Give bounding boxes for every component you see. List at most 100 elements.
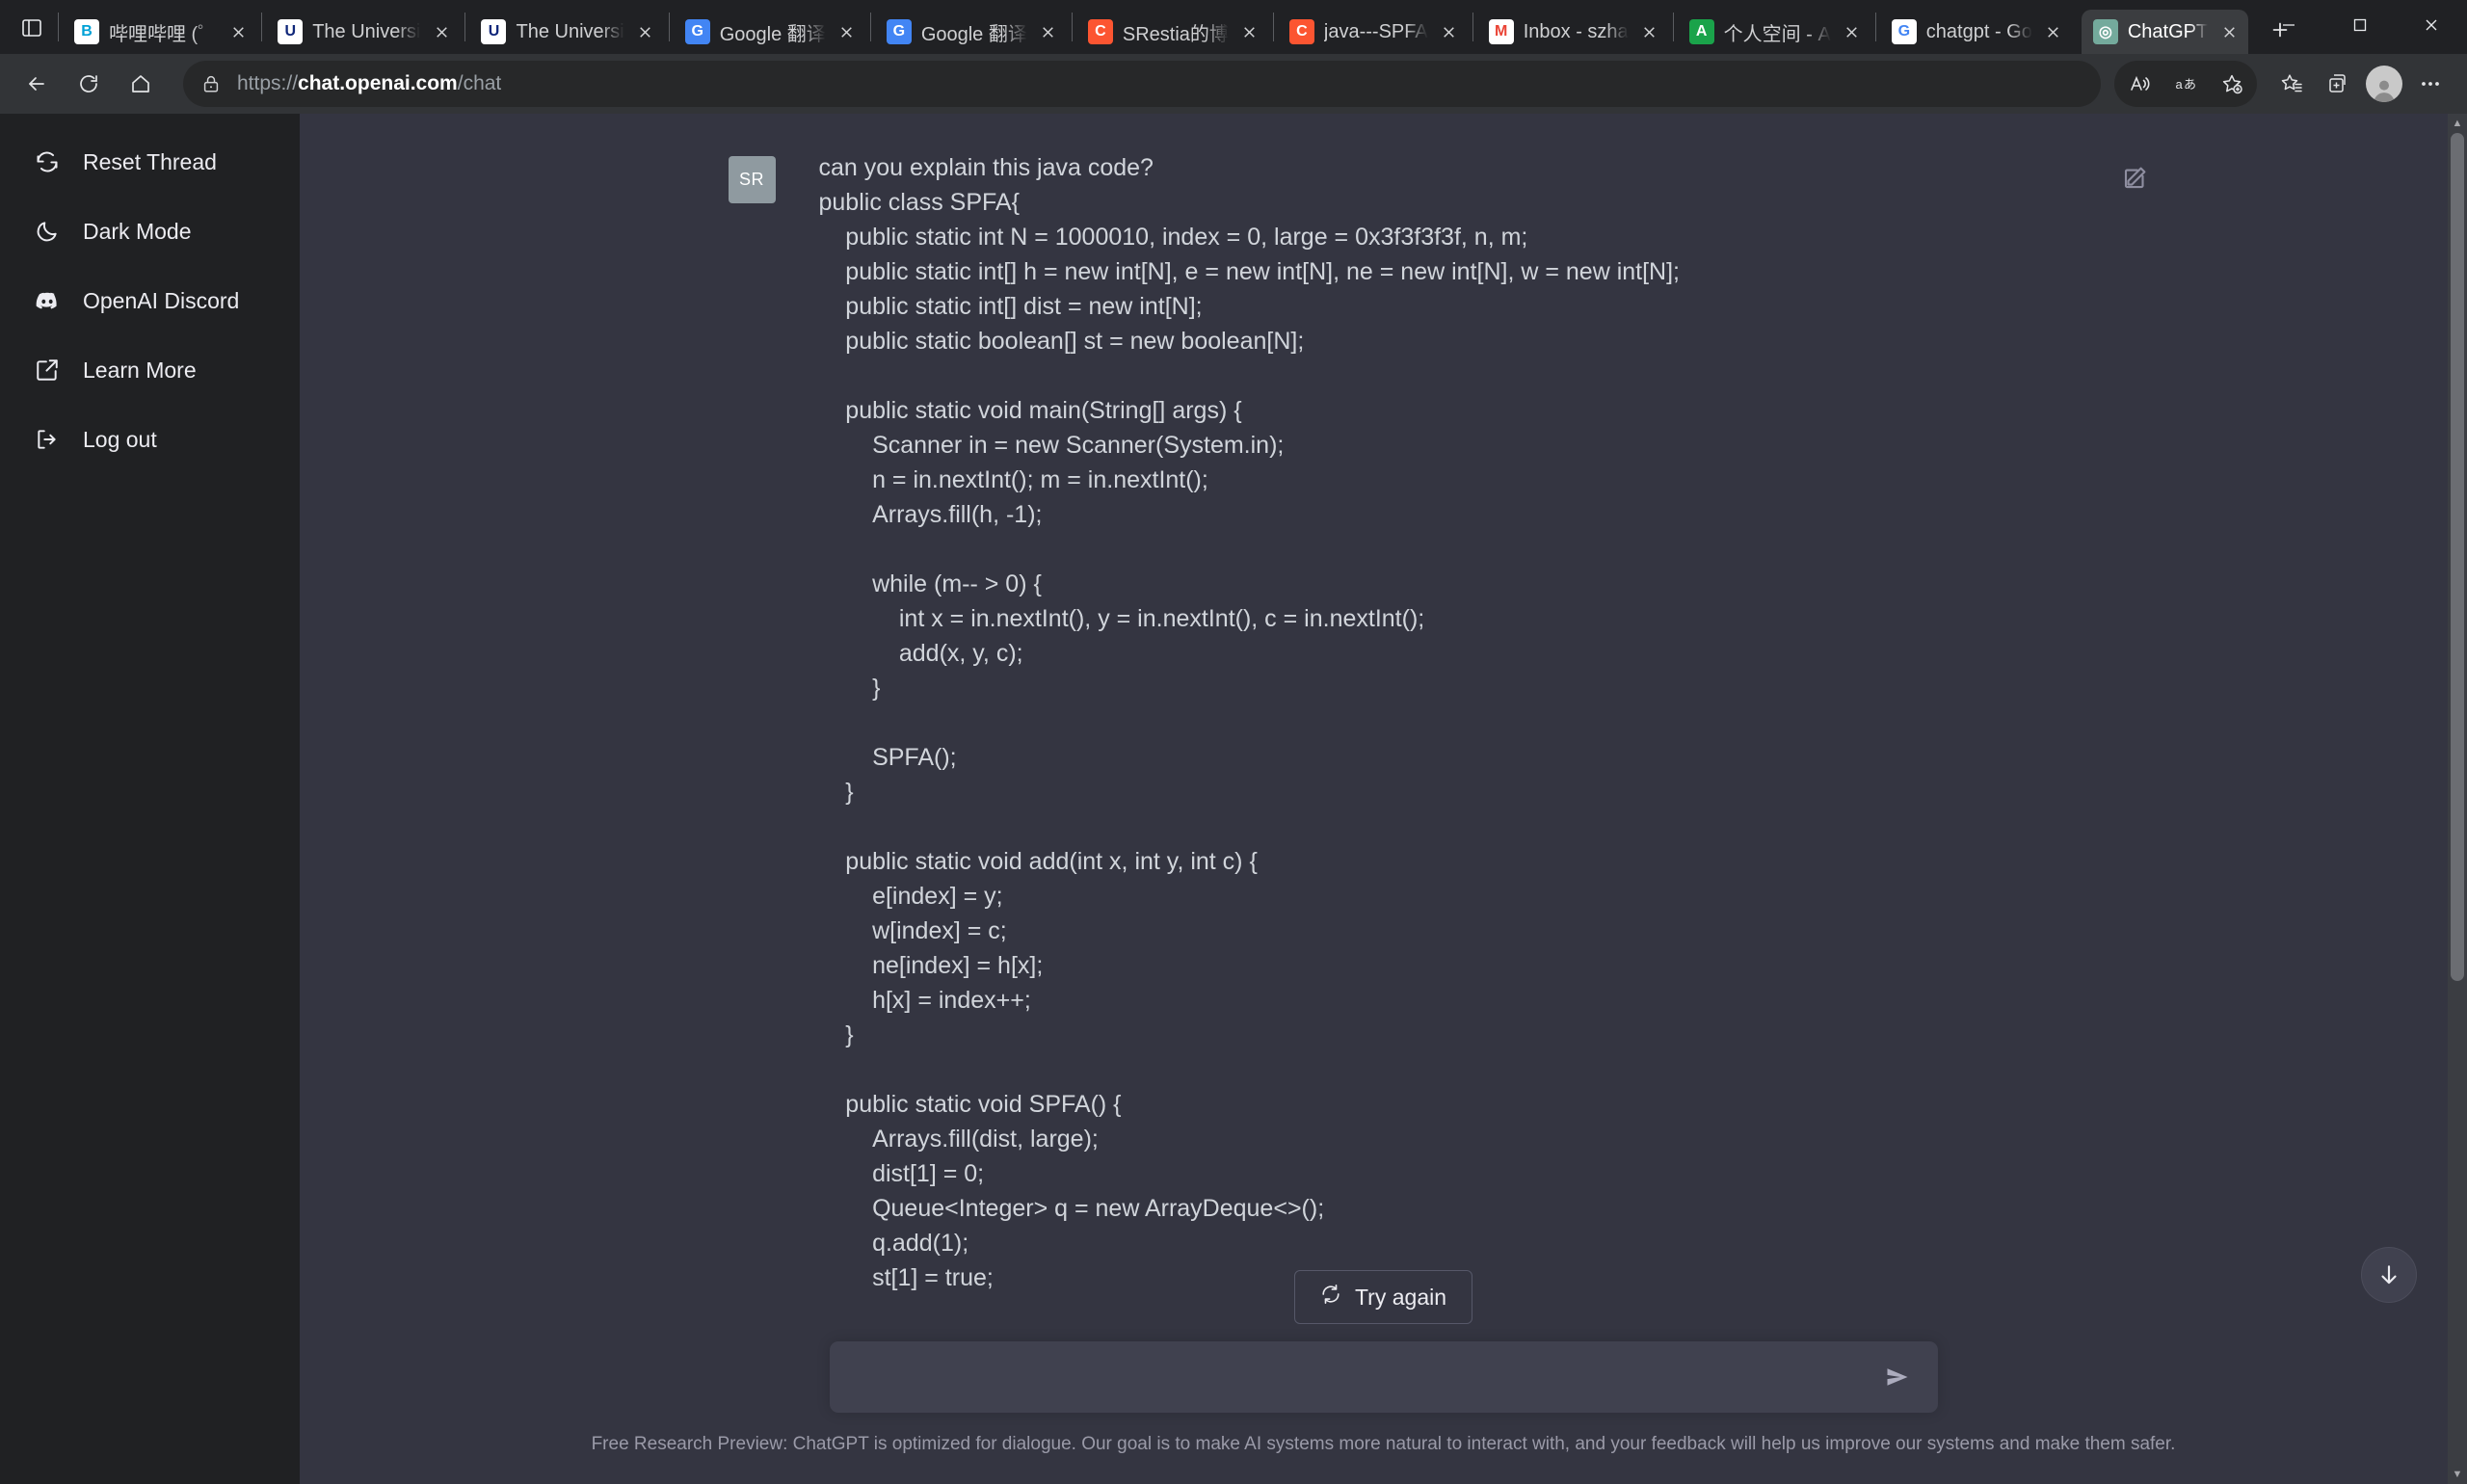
browser-tab[interactable]: ◎ ChatGPT — [2081, 10, 2249, 54]
try-again-button[interactable]: Try again — [1293, 1270, 1473, 1324]
close-icon[interactable] — [225, 18, 252, 45]
acwing-icon: A — [1688, 19, 1714, 44]
page-scrollbar[interactable]: ▲ ▼ — [2448, 114, 2467, 1484]
url-text: https://chat.openai.com/chat — [237, 72, 501, 95]
tab-title: chatgpt - Go — [1925, 20, 2032, 42]
scrollbar-up-arrow[interactable]: ▲ — [2448, 114, 2467, 133]
bilibili-icon: B — [74, 19, 99, 44]
close-icon[interactable] — [1035, 18, 1062, 45]
chat-main: SR can you explain this java code? publi… — [300, 114, 2467, 1484]
window-controls — [2253, 0, 2467, 50]
close-icon[interactable] — [1236, 18, 1263, 45]
browser-tab[interactable]: G Google 翻译 — [875, 10, 1068, 54]
message-input[interactable] — [850, 1364, 1878, 1391]
tab-divider — [1472, 13, 1473, 41]
tab-title: java---SPFA — [1323, 20, 1428, 42]
message-row-user: SR can you explain this java code? publi… — [300, 114, 2467, 1295]
close-icon[interactable] — [1636, 18, 1663, 45]
profile-avatar[interactable] — [2361, 61, 2407, 107]
svg-text:a: a — [2176, 77, 2184, 92]
tab-divider — [869, 13, 871, 41]
scrollbar-thumb[interactable] — [2451, 133, 2464, 981]
read-aloud-icon[interactable] — [2116, 61, 2162, 107]
browser-tab[interactable]: U The Universi — [469, 10, 664, 54]
try-again-label: Try again — [1354, 1284, 1447, 1310]
gmail-icon: M — [1488, 19, 1514, 44]
message-thread: SR can you explain this java code? publi… — [300, 114, 2467, 1341]
csdn-icon: C — [1288, 19, 1314, 44]
close-button[interactable] — [2396, 0, 2467, 50]
tab-divider — [261, 13, 263, 41]
university-crest-icon: U — [278, 19, 304, 44]
url-host: chat.openai.com — [298, 72, 458, 94]
moon-icon — [33, 217, 62, 246]
scroll-to-bottom-button[interactable] — [2361, 1247, 2417, 1303]
close-icon[interactable] — [1436, 18, 1463, 45]
google-translate-icon: G — [684, 19, 710, 44]
settings-more-icon[interactable] — [2407, 61, 2454, 107]
tab-title: 个人空间 - A — [1723, 23, 1831, 45]
google-translate-icon: G — [886, 19, 912, 44]
scrollbar-down-arrow[interactable]: ▼ — [2448, 1465, 2467, 1484]
sidebar-item-learn-more[interactable]: Learn More — [10, 335, 290, 405]
send-icon[interactable] — [1878, 1358, 1917, 1396]
browser-tab[interactable]: U The Universi — [266, 10, 461, 54]
browser-tab[interactable]: Gchatgpt - Go — [1880, 10, 2073, 54]
home-icon[interactable] — [118, 61, 164, 107]
tab-divider — [668, 13, 670, 41]
browser-tab[interactable]: C SRestia的博 — [1076, 10, 1269, 54]
edit-message-icon[interactable] — [2116, 158, 2155, 197]
csdn-icon: C — [1087, 19, 1113, 44]
close-icon[interactable] — [428, 18, 455, 45]
close-icon[interactable] — [632, 18, 659, 45]
collections-icon[interactable] — [2315, 61, 2361, 107]
tab-title: Google 翻译 — [920, 23, 1027, 45]
tab-actions-icon[interactable] — [10, 6, 54, 50]
page-content: Reset Thread Dark Mode OpenAI Discord Learn… — [0, 114, 2467, 1484]
tab-title: The Universi — [516, 20, 624, 42]
browser-tab[interactable]: Cjava---SPFA — [1278, 10, 1469, 54]
tab-title: ChatGPT — [2127, 20, 2209, 42]
tab-strip: B 哔哩哔哩 (゜ U The Universi U The Universi G Googl… — [0, 0, 2467, 54]
sidebar-item-label: Reset Thread — [83, 148, 217, 174]
minimize-button[interactable] — [2253, 0, 2324, 50]
discord-icon — [33, 286, 62, 315]
browser-tab[interactable]: M Inbox - szha — [1477, 10, 1669, 54]
sidebar: Reset Thread Dark Mode OpenAI Discord Learn… — [0, 114, 300, 1484]
tab-title: Inbox - szha — [1523, 20, 1629, 42]
svg-text:あ: あ — [2184, 78, 2196, 93]
reset-thread-icon — [33, 147, 62, 176]
close-icon[interactable] — [834, 18, 861, 45]
tab-divider — [1874, 13, 1876, 41]
tab-title: Google 翻译 — [719, 23, 826, 45]
sidebar-item-openai-discord[interactable]: OpenAI Discord — [10, 266, 290, 335]
tab-divider — [58, 13, 59, 41]
close-icon[interactable] — [2215, 18, 2242, 45]
sidebar-item-label: Log out — [83, 426, 157, 452]
back-icon[interactable] — [13, 61, 60, 107]
tab-divider — [1672, 13, 1674, 41]
refresh-icon — [1320, 1284, 1341, 1311]
user-avatar: SR — [728, 156, 776, 203]
avatar — [2366, 66, 2402, 102]
browser-tab[interactable]: B 哔哩哔哩 (゜ — [63, 10, 257, 54]
close-icon[interactable] — [2040, 18, 2067, 45]
message-inner: SR can you explain this java code? publi… — [728, 150, 2145, 1295]
add-favorite-icon[interactable] — [2209, 61, 2255, 107]
composer-area: Free Research Preview: ChatGPT is optimi… — [300, 1341, 2467, 1484]
composer[interactable] — [829, 1341, 1938, 1413]
address-bar[interactable]: https://chat.openai.com/chat — [183, 61, 2101, 107]
close-icon[interactable] — [1839, 18, 1866, 45]
browser-tab[interactable]: G Google 翻译 — [674, 10, 866, 54]
favorites-icon[interactable] — [2268, 61, 2315, 107]
tab-title: SRestia的博 — [1122, 23, 1229, 45]
sidebar-item-dark-mode[interactable]: Dark Mode — [10, 197, 290, 266]
browser-tab[interactable]: A 个人空间 - A — [1678, 10, 1871, 54]
tab-divider — [1272, 13, 1274, 41]
sidebar-item-reset-thread[interactable]: Reset Thread — [10, 127, 290, 197]
maximize-button[interactable] — [2324, 0, 2396, 50]
refresh-icon[interactable] — [66, 61, 112, 107]
sidebar-item-log-out[interactable]: Log out — [10, 405, 290, 474]
translate-icon[interactable]: a あ — [2162, 61, 2209, 107]
tab-divider — [464, 13, 466, 41]
